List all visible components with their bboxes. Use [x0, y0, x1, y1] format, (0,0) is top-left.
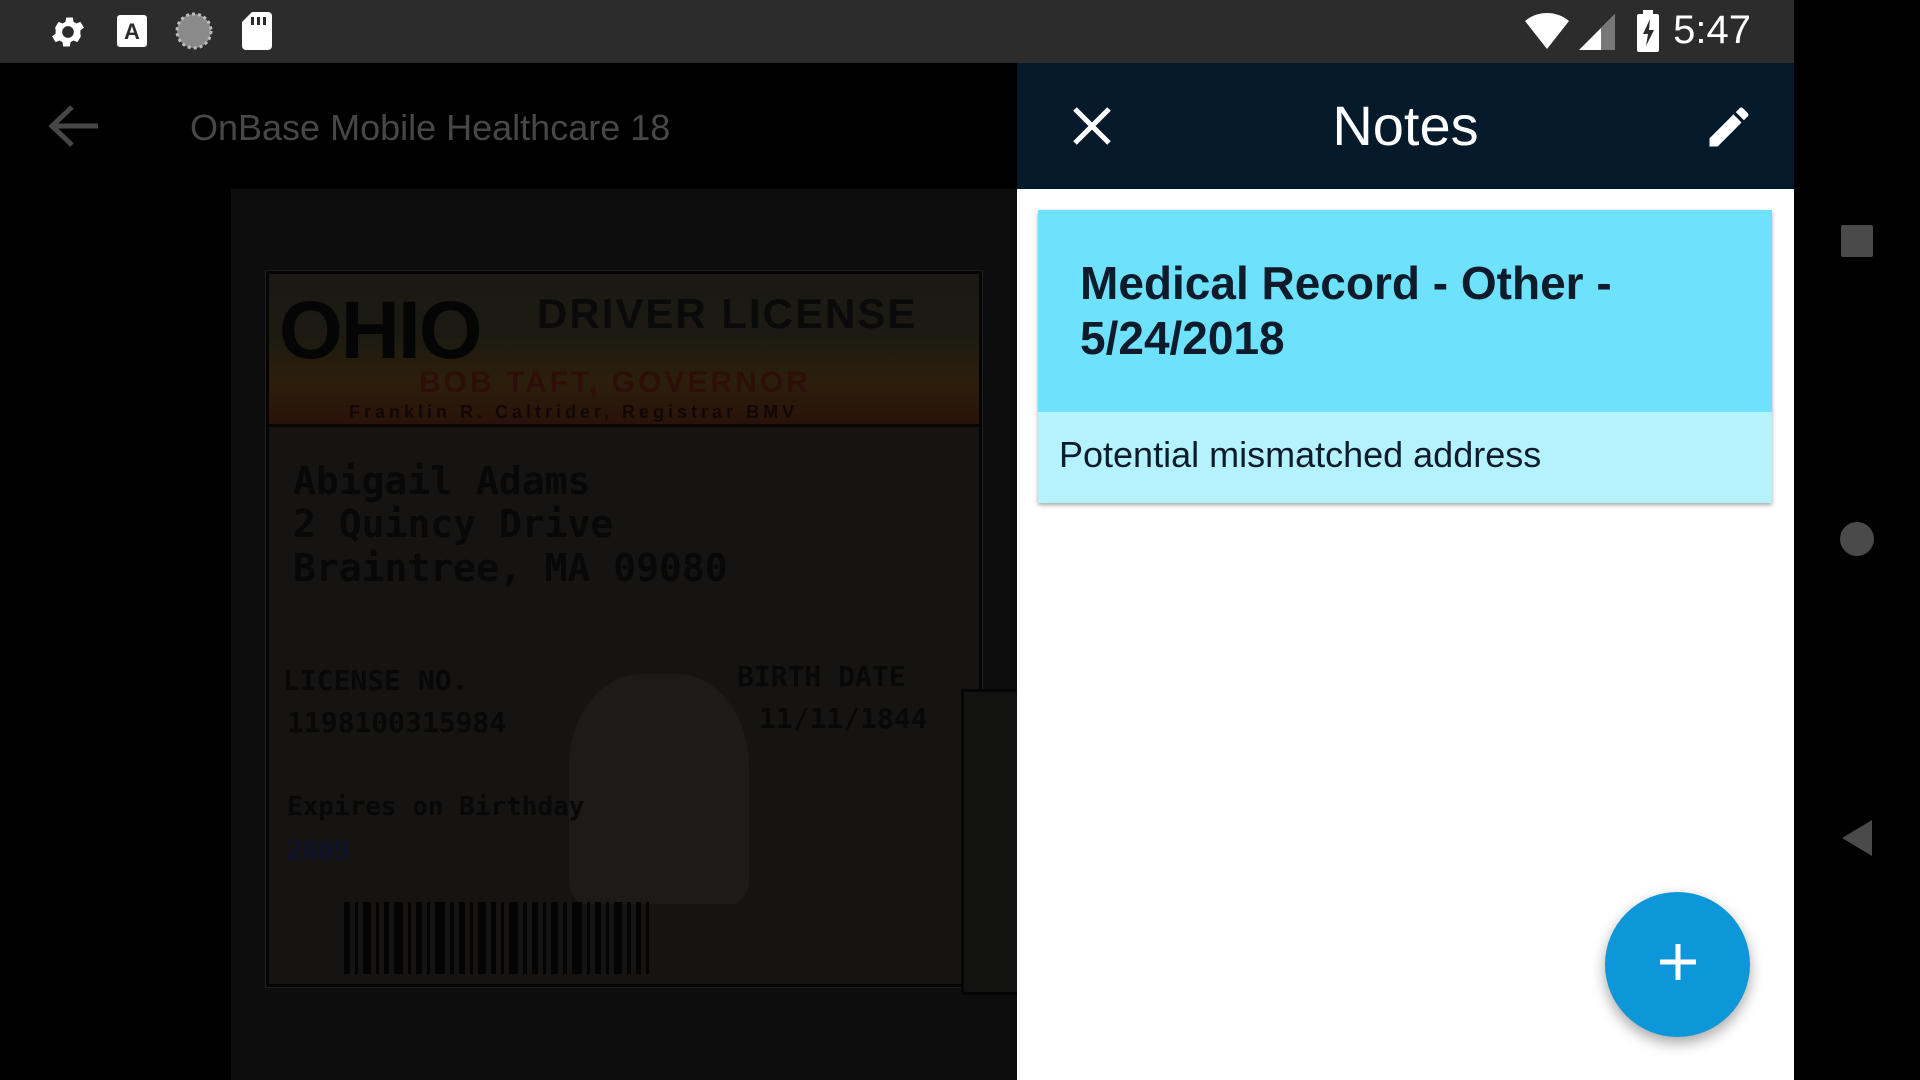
font-a-icon: A — [116, 14, 148, 53]
document-viewer[interactable]: OHIO DRIVER LICENSE BOB TAFT, GOVERNOR F… — [231, 189, 1017, 1080]
add-note-button[interactable] — [1605, 892, 1750, 1037]
license-header: OHIO DRIVER LICENSE BOB TAFT, GOVERNOR F… — [269, 274, 979, 427]
license-address-line2: Braintree, MA 09080 — [293, 546, 728, 590]
plus-icon — [1656, 940, 1700, 989]
navigation-bar — [1794, 0, 1920, 1080]
note-card[interactable]: Medical Record - Other - 5/24/2018 Poten… — [1038, 210, 1772, 503]
app-screen: OnBase Mobile Healthcare 18 OHIO DRIVER … — [0, 63, 1017, 1080]
battery-charging-icon — [1637, 10, 1659, 57]
expires-year: 2009 — [287, 836, 350, 866]
app-title: OnBase Mobile Healthcare 18 — [190, 107, 671, 148]
cell-signal-icon — [1579, 14, 1615, 55]
birth-date: 11/11/1844 — [759, 702, 928, 735]
note-card-header: Medical Record - Other - 5/24/2018 — [1038, 210, 1772, 412]
license-barcode — [344, 902, 714, 974]
pencil-icon[interactable] — [1703, 101, 1755, 153]
loading-circle-icon — [175, 12, 213, 55]
license-image: OHIO DRIVER LICENSE BOB TAFT, GOVERNOR F… — [266, 271, 982, 987]
app-toolbar: OnBase Mobile Healthcare 18 — [0, 63, 1017, 189]
back-triangle-icon[interactable] — [1794, 793, 1920, 883]
notes-title: Notes — [1332, 94, 1479, 157]
birth-date-label: BIRTH DATE — [737, 660, 906, 693]
wifi-icon — [1525, 12, 1569, 55]
license-photo — [569, 674, 749, 904]
license-side-edge — [961, 689, 1017, 995]
license-type: DRIVER LICENSE — [537, 290, 918, 337]
license-address-line1: 2 Quincy Drive — [293, 502, 614, 546]
license-registrar: Franklin R. Caltrider, Registrar BMV — [349, 402, 799, 422]
license-no: 1198100315984 — [287, 706, 507, 739]
status-bar: A 5:47 — [0, 0, 1794, 63]
svg-text:A: A — [124, 19, 140, 44]
recents-square-icon[interactable] — [1794, 196, 1920, 286]
note-text: Potential mismatched address — [1059, 434, 1542, 475]
status-time: 5:47 — [1673, 8, 1751, 52]
home-circle-icon[interactable] — [1794, 494, 1920, 584]
license-name: Abigail Adams — [293, 459, 591, 503]
note-card-body: Potential mismatched address — [1038, 412, 1772, 503]
expires-label: Expires on Birthday — [287, 792, 585, 822]
arrow-left-icon[interactable] — [46, 101, 102, 151]
license-governor: BOB TAFT, GOVERNOR — [419, 366, 811, 399]
license-no-label: LICENSE NO. — [283, 664, 469, 697]
license-state: OHIO — [279, 285, 483, 376]
notes-header: Notes — [1017, 63, 1794, 189]
gear-icon — [48, 12, 88, 57]
sd-card-icon — [242, 12, 272, 55]
notes-panel: Notes Medical Record - Other - 5/24/2018… — [1017, 63, 1794, 1080]
note-title: Medical Record - Other - 5/24/2018 — [1080, 257, 1612, 364]
